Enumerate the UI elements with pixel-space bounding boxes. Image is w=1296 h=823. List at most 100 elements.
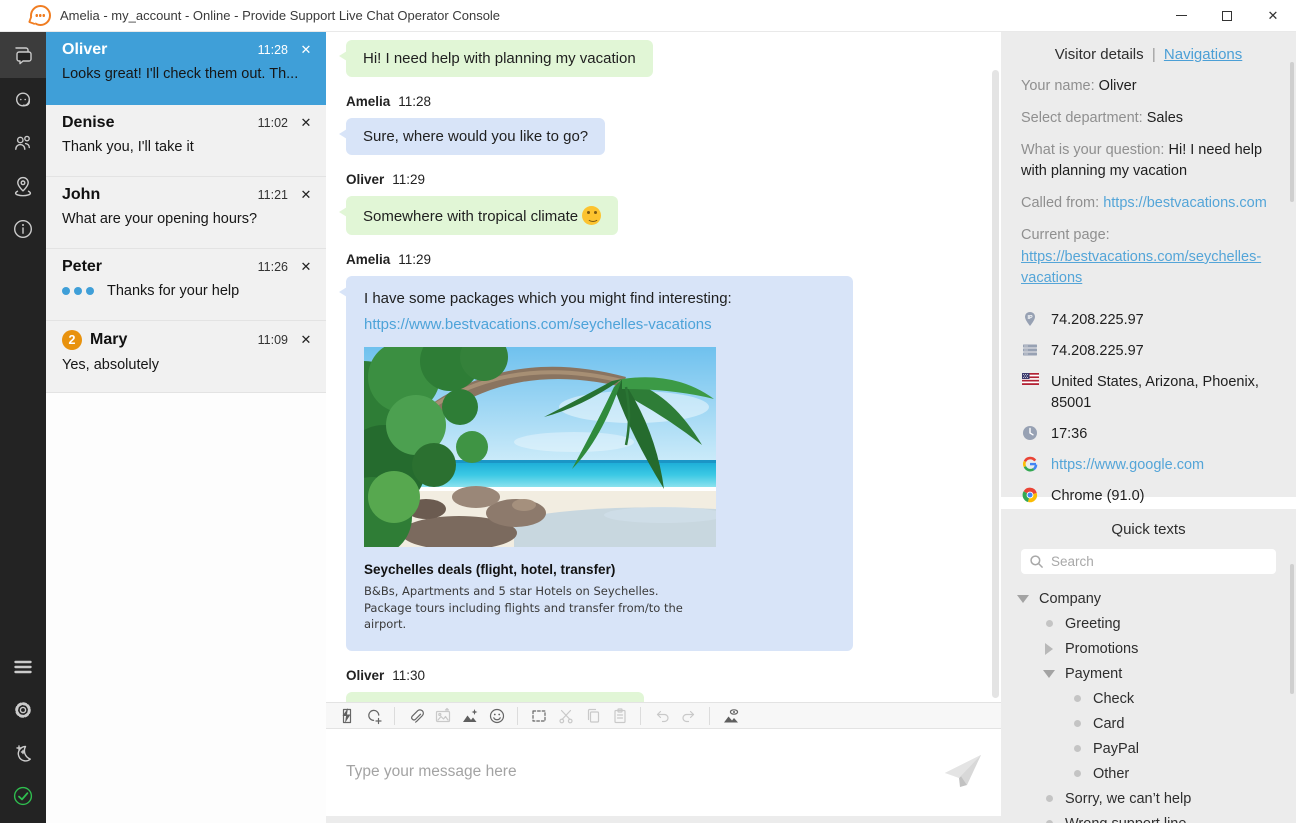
tree-leaf-other[interactable]: Other	[1013, 761, 1284, 786]
provide-support-logo-icon	[30, 5, 51, 26]
field-question: What is your question: Hi! I need help w…	[1021, 140, 1276, 183]
info-row-local-time: 17:36	[1021, 424, 1276, 445]
message-composer	[326, 729, 1001, 823]
referrer-link[interactable]: https://www.google.com	[1051, 455, 1204, 476]
tree-node-promotions[interactable]: Promotions	[1013, 636, 1284, 661]
right-panel: Visitor details | Navigations Your name:…	[1001, 32, 1296, 823]
visitor-message-bubble: Somewhere with tropical climate	[346, 196, 618, 235]
close-chat-icon[interactable]	[298, 259, 314, 275]
chat-name: Denise	[62, 114, 114, 132]
chat-list-item-mary[interactable]: 2 Mary 11:09 Yes, absolutely	[46, 321, 326, 393]
message-input[interactable]	[326, 729, 1001, 815]
close-chat-icon[interactable]	[298, 187, 314, 203]
tree-leaf-check[interactable]: Check	[1013, 686, 1284, 711]
visitor-details-section: Visitor details | Navigations Your name:…	[1001, 32, 1296, 497]
maximize-button[interactable]	[1204, 0, 1250, 31]
titlebar: Amelia - my_account - Online - Provide S…	[0, 0, 1296, 32]
close-chat-icon[interactable]	[298, 332, 314, 348]
collapse-arrow-icon[interactable]	[1041, 670, 1057, 678]
collapse-arrow-icon[interactable]	[1015, 595, 1031, 603]
copy-icon[interactable]	[583, 706, 602, 725]
message-header: Amelia11:29	[346, 252, 1001, 267]
quick-texts-search[interactable]	[1021, 549, 1276, 574]
attach-file-icon[interactable]	[406, 706, 425, 725]
called-from-link[interactable]: https://bestvacations.com	[1103, 195, 1267, 211]
operator-icon	[11, 88, 35, 112]
tree-node-payment[interactable]: Payment	[1013, 661, 1284, 686]
undo-icon[interactable]	[652, 706, 671, 725]
chat-list-item-peter[interactable]: Peter 11:26 Thanks for your help	[46, 249, 326, 321]
info-row-referrer: https://www.google.com	[1021, 455, 1276, 476]
tree-node-company[interactable]: Company	[1013, 586, 1284, 611]
tree-leaf-sorry[interactable]: Sorry, we can’t help	[1013, 786, 1284, 811]
typing-indicator-icon	[62, 287, 94, 295]
night-mode-button[interactable]	[0, 731, 46, 774]
paste-icon[interactable]	[610, 706, 629, 725]
geo-location-icon	[11, 174, 35, 198]
vacation-package-link[interactable]: https://www.bestvacations.com/seychelles…	[364, 316, 712, 333]
chrome-icon	[1021, 486, 1039, 503]
tree-leaf-wrong-line[interactable]: Wrong support line	[1013, 811, 1284, 823]
menu-button[interactable]	[0, 645, 46, 688]
settings-button[interactable]	[0, 688, 46, 731]
visitors-icon	[11, 131, 35, 155]
redo-icon[interactable]	[679, 706, 698, 725]
message-text: Somewhere with tropical climate	[363, 208, 578, 225]
composer-bottom-strip	[326, 816, 1001, 823]
link-card-title: Seychelles deals (flight, hotel, transfe…	[364, 562, 835, 577]
chat-preview: Thanks for your help	[107, 283, 239, 299]
chat-list-item-john[interactable]: John 11:21 What are your opening hours?	[46, 177, 326, 249]
bullet-icon	[1069, 720, 1085, 727]
send-message-icon[interactable]	[943, 751, 983, 791]
online-status-button[interactable]	[0, 774, 46, 817]
nav-operators[interactable]	[0, 78, 46, 121]
conversation-pane: Hi! I need help with planning my vacatio…	[326, 32, 1001, 823]
minimize-button[interactable]	[1158, 0, 1204, 31]
image-preview-icon[interactable]	[721, 706, 740, 725]
push-image-icon[interactable]	[460, 706, 479, 725]
ip-icon: IP	[1021, 310, 1039, 327]
visitor-details-scrollbar[interactable]	[1290, 62, 1294, 202]
quick-texts-search-input[interactable]	[1051, 554, 1268, 569]
chat-list-item-denise[interactable]: Denise 11:02 Thank you, I'll take it	[46, 105, 326, 177]
field-called-from: Called from: https://bestvacations.com	[1021, 193, 1276, 214]
close-chat-icon[interactable]	[298, 115, 314, 131]
quick-texts-section: Quick texts Company Greeting	[1001, 509, 1296, 823]
close-chat-icon[interactable]	[298, 42, 314, 58]
emoji-icon[interactable]	[487, 706, 506, 725]
visitor-message-bubble: Hi! I need help with planning my vacatio…	[346, 40, 653, 77]
nav-chats[interactable]	[0, 32, 46, 78]
chat-time: 11:28	[258, 43, 288, 57]
message-time: 11:28	[398, 94, 431, 109]
chat-list-item-oliver[interactable]: Oliver 11:28 Looks great! I'll check the…	[46, 32, 326, 105]
insert-quick-text-icon[interactable]	[337, 706, 356, 725]
send-image-icon[interactable]	[433, 706, 452, 725]
chat-preview: Thank you, I'll take it	[62, 139, 314, 155]
nav-geo-map[interactable]	[0, 164, 46, 207]
current-page-link[interactable]: https://bestvacations.com/seychelles-vac…	[1021, 249, 1261, 286]
tree-leaf-card[interactable]: Card	[1013, 711, 1284, 736]
online-status-icon	[11, 784, 35, 808]
chat-list: Oliver 11:28 Looks great! I'll check the…	[46, 32, 326, 823]
cut-icon[interactable]	[556, 706, 575, 725]
operator-message-bubble: I have some packages which you might fin…	[346, 276, 853, 651]
message-text: I have some packages which you might fin…	[364, 290, 835, 307]
close-button[interactable]	[1250, 0, 1296, 31]
bullet-icon	[1069, 695, 1085, 702]
messages-scrollbar[interactable]	[992, 70, 999, 698]
tree-leaf-paypal[interactable]: PayPal	[1013, 736, 1284, 761]
quick-texts-scrollbar[interactable]	[1290, 564, 1294, 694]
tree-leaf-greeting[interactable]: Greeting	[1013, 611, 1284, 636]
nav-visitors[interactable]	[0, 121, 46, 164]
bullet-icon	[1041, 795, 1057, 802]
select-area-icon[interactable]	[529, 706, 548, 725]
message-time: 11:30	[392, 668, 425, 683]
add-quick-text-icon[interactable]	[364, 706, 383, 725]
navigations-link[interactable]: Navigations	[1164, 46, 1242, 63]
expand-arrow-icon[interactable]	[1041, 643, 1057, 655]
nav-info[interactable]	[0, 207, 46, 250]
search-icon	[1029, 554, 1044, 569]
message-author: Amelia	[346, 94, 390, 109]
clock-icon	[1021, 424, 1039, 441]
info-row-browser: Chrome (91.0)	[1021, 486, 1276, 507]
